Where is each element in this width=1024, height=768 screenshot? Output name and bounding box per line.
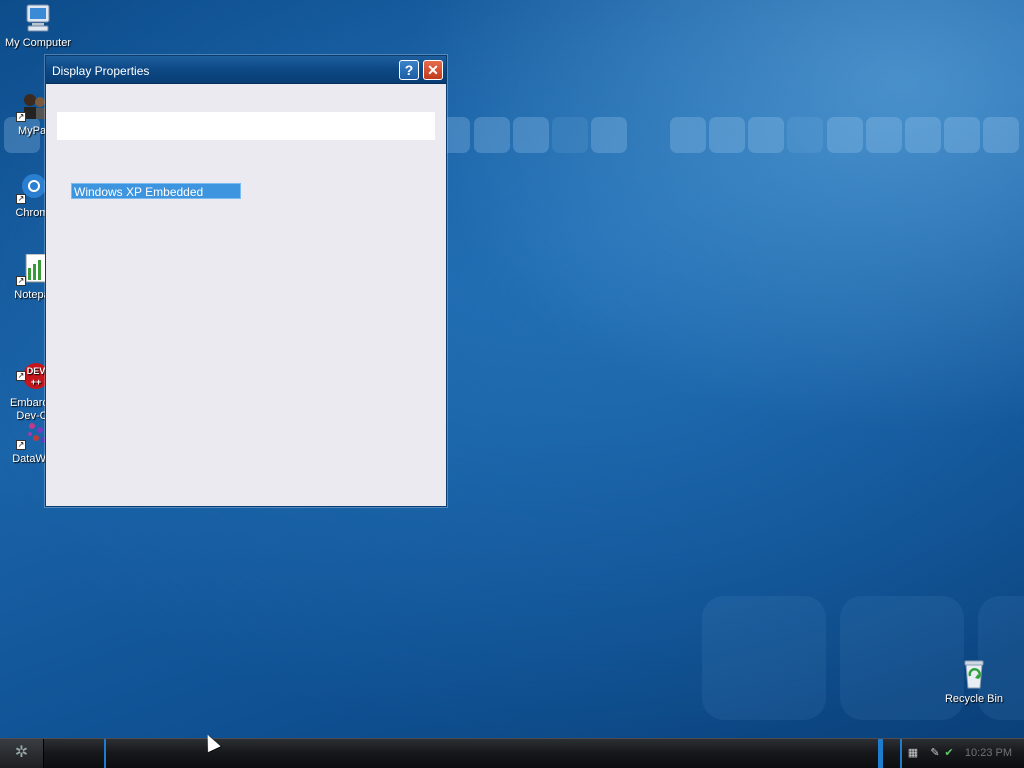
desktop-icon-my-computer[interactable]: My Computer [0, 2, 76, 50]
desktop-icon-label: My Computer [4, 37, 72, 49]
title-bar[interactable]: Display Properties ? ✕ [46, 56, 446, 84]
wallpaper-tile [983, 117, 1019, 153]
taskbar-separator [878, 739, 883, 768]
help-button[interactable]: ? [399, 60, 419, 80]
people-icon: ↗ [16, 90, 48, 122]
clock[interactable]: 10:23 PM [965, 747, 1012, 759]
wallpaper-tile [552, 117, 588, 153]
wallpaper-tile [709, 117, 745, 153]
wallpaper-tile [944, 117, 980, 153]
desktop-icon-label: MyPa [17, 125, 47, 137]
display-properties-window[interactable]: Display Properties ? ✕ Windows XP Embedd… [45, 55, 447, 507]
wallpaper-tile [591, 117, 627, 153]
taskbar: ✲ ▦ ✎ ✔ 10:23 PM [0, 738, 1024, 768]
wallpaper-tile [787, 117, 823, 153]
system-tray: ▦ ✎ ✔ 10:23 PM [884, 739, 1024, 768]
wallpaper-tile [827, 117, 863, 153]
selected-list-item[interactable]: Windows XP Embedded [71, 183, 241, 199]
wallpaper-tile [866, 117, 902, 153]
safely-remove-icon[interactable]: ✔ [942, 747, 956, 759]
taskbar-separator [900, 739, 902, 768]
desktop-icon-recycle-bin[interactable]: Recycle Bin [936, 658, 1012, 706]
wallpaper-tile [905, 117, 941, 153]
svg-text:DEV: DEV [27, 366, 46, 376]
wallpaper-tile [748, 117, 784, 153]
shortcut-arrow-icon: ↗ [16, 276, 26, 286]
network-icon[interactable]: ✎ [928, 747, 942, 759]
start-icon: ✲ [14, 744, 29, 761]
shortcut-arrow-icon: ↗ [16, 112, 26, 122]
keyboard-icon[interactable]: ▦ [906, 747, 920, 759]
computer-icon [22, 2, 54, 34]
shortcut-arrow-icon: ↗ [16, 440, 26, 450]
datawedge-icon: ↗ [16, 418, 48, 450]
shortcut-arrow-icon: ↗ [16, 371, 26, 381]
shortcut-arrow-icon: ↗ [16, 194, 26, 204]
close-icon: ✕ [427, 62, 439, 78]
dev-cpp-icon: DEV ++ ↗ [16, 349, 49, 389]
taskbar-separator [104, 739, 106, 768]
desktop-icon-label: Chrom [15, 207, 49, 219]
svg-text:++: ++ [31, 377, 42, 387]
close-button[interactable]: ✕ [423, 60, 443, 80]
wallpaper-tile [513, 117, 549, 153]
help-icon: ? [404, 62, 414, 78]
tab-strip-area [57, 112, 435, 140]
window-title: Display Properties [52, 64, 150, 78]
wallpaper-tile [474, 117, 510, 153]
desktop-icon-label: Recycle Bin [944, 693, 1004, 705]
recycle-bin-icon [958, 658, 990, 690]
chrome-icon: ↗ [16, 172, 48, 204]
notepad-icon: ↗ [16, 253, 48, 286]
wallpaper-tile [702, 596, 826, 720]
wallpaper-tile [670, 117, 706, 153]
start-button[interactable]: ✲ [0, 739, 44, 768]
